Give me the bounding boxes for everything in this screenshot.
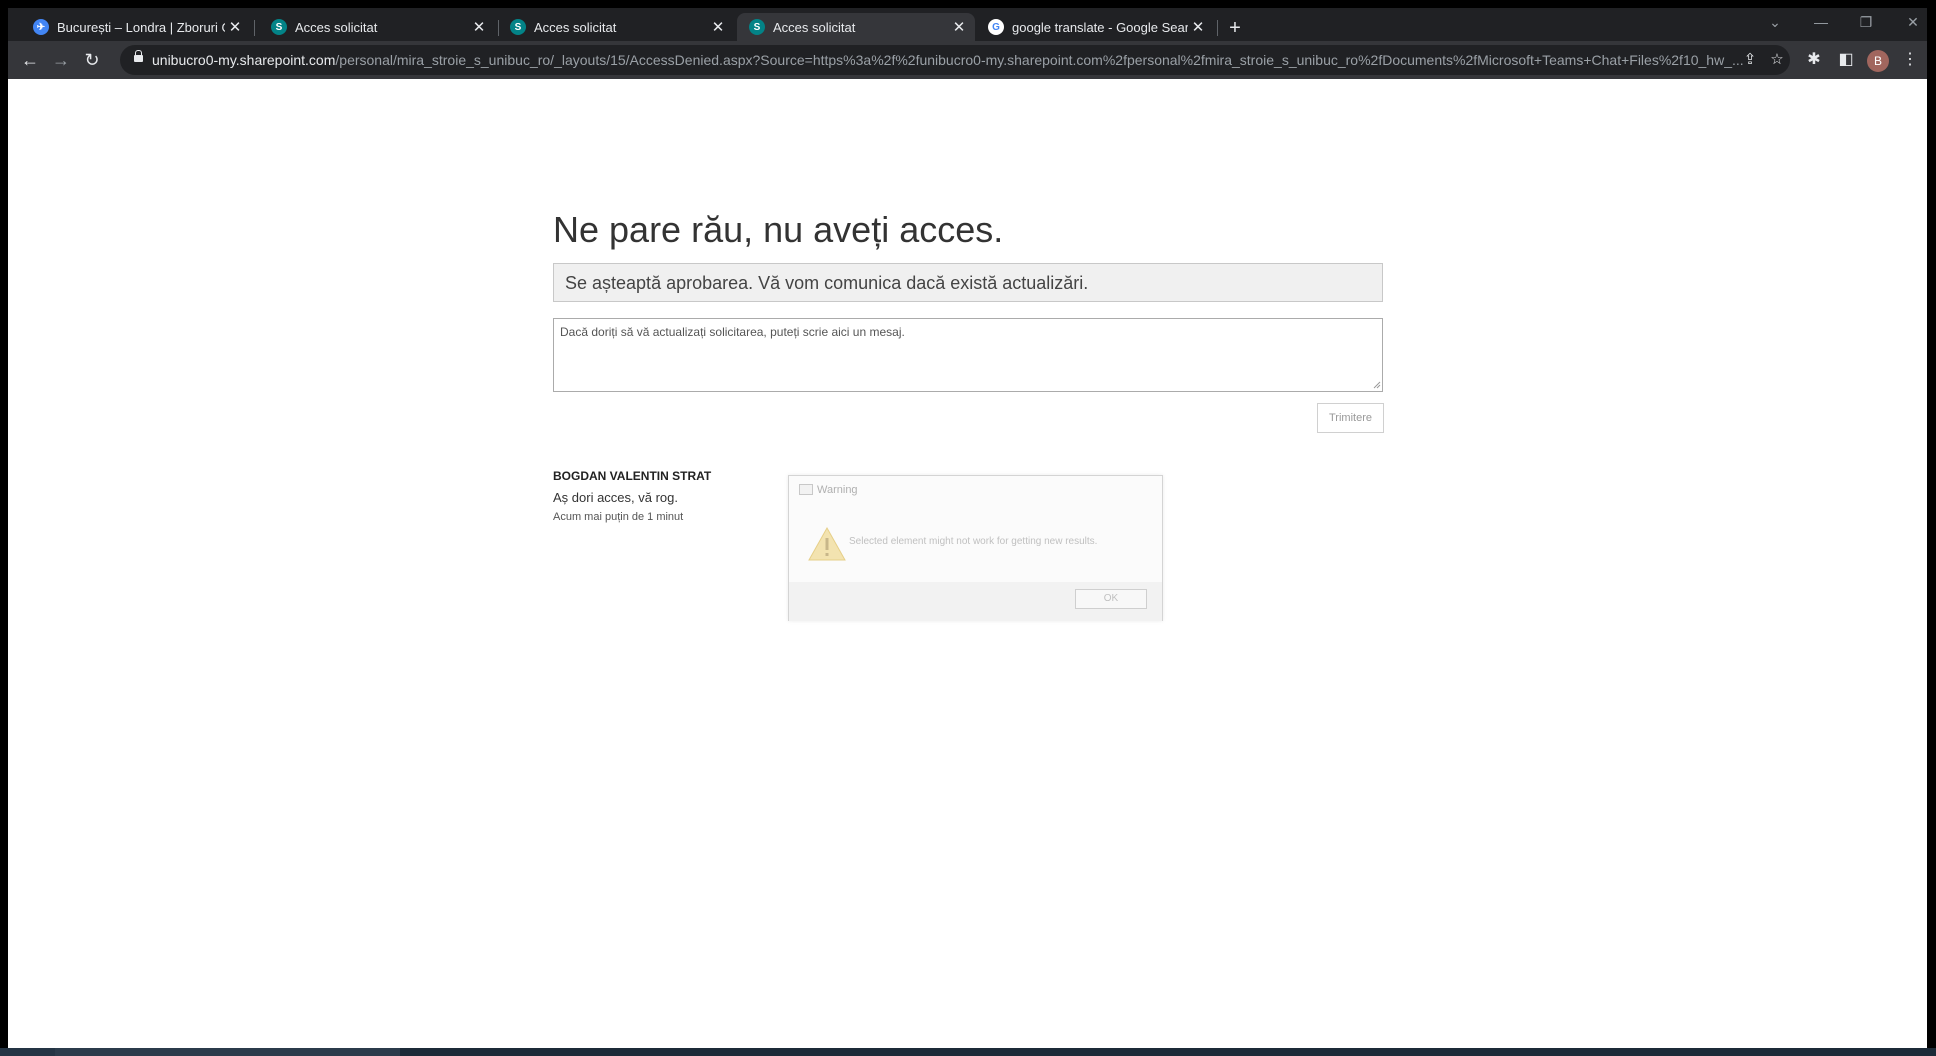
app-window-icon	[799, 484, 813, 495]
sharepoint-icon: S	[749, 19, 765, 35]
browser-toolbar: ← → ↻ unibucro0-my.sharepoint.com/person…	[8, 41, 1927, 79]
bookmark-star-icon[interactable]: ☆	[1766, 50, 1788, 68]
close-icon[interactable]: ✕	[225, 18, 245, 36]
google-icon: G	[988, 19, 1004, 35]
new-tab-plus-icon[interactable]: +	[1222, 16, 1248, 42]
start-button[interactable]	[0, 1048, 55, 1056]
request-message: Aș dori acces, vă rog.	[553, 490, 678, 505]
request-time: Acum mai puțin de 1 minut	[553, 511, 684, 523]
tab-title: Acces solicitat	[773, 19, 856, 35]
url-host: unibucro0-my.sharepoint.com	[152, 52, 336, 68]
access-denied-page: Ne pare rău, nu aveți acces. Se așteaptă…	[8, 79, 1927, 1048]
tab-access-3[interactable]: S Acces solicitat ✕	[737, 13, 975, 41]
tab-separator	[1217, 20, 1218, 36]
side-panel-icon[interactable]: ◧	[1835, 49, 1857, 69]
minimize-icon[interactable]: —	[1806, 14, 1836, 30]
tab-title: google translate - Google Search	[1012, 19, 1188, 35]
tab-search-chevron-icon[interactable]: ⌄	[1760, 14, 1790, 31]
tab-title: Acces solicitat	[534, 19, 617, 35]
google-flights-icon: ✈	[33, 19, 49, 35]
tab-flights[interactable]: ✈ București – Londra | Zboruri Goo ✕	[21, 13, 251, 41]
address-bar[interactable]: unibucro0-my.sharepoint.com/personal/mir…	[120, 45, 1790, 75]
browser-window: ✈ București – Londra | Zboruri Goo ✕ S A…	[8, 8, 1927, 1048]
reload-icon[interactable]: ↻	[80, 48, 104, 72]
tab-access-2[interactable]: S Acces solicitat ✕	[498, 13, 734, 41]
profile-avatar[interactable]: B	[1867, 50, 1889, 72]
url-text[interactable]: unibucro0-my.sharepoint.com/personal/mir…	[152, 52, 1752, 68]
page-title: Ne pare rău, nu aveți acces.	[553, 209, 1004, 250]
warning-triangle-icon	[808, 526, 846, 561]
url-path: /personal/mira_stroie_s_unibuc_ro/_layou…	[335, 52, 1744, 68]
tab-strip: ✈ București – Londra | Zboruri Goo ✕ S A…	[8, 8, 1927, 41]
tab-access-1[interactable]: S Acces solicitat ✕	[259, 13, 495, 41]
requester-name: BOGDAN VALENTIN STRAT	[553, 469, 712, 483]
tab-google-search[interactable]: G google translate - Google Search ✕	[976, 13, 1214, 41]
back-arrow-icon[interactable]: ←	[18, 48, 42, 72]
message-textarea[interactable]	[553, 318, 1383, 392]
ok-button[interactable]: OK	[1075, 589, 1147, 609]
sharepoint-icon: S	[510, 19, 526, 35]
dialog-message: Selected element might not work for gett…	[849, 536, 1098, 547]
sharepoint-icon: S	[271, 19, 287, 35]
taskbar	[0, 1048, 1936, 1056]
close-icon[interactable]: ✕	[708, 18, 728, 36]
send-button[interactable]: Trimitere	[1317, 403, 1384, 433]
tab-separator	[254, 20, 255, 36]
resize-grip-icon[interactable]	[1372, 380, 1381, 389]
taskbar-search[interactable]	[55, 1048, 400, 1056]
menu-kebab-icon[interactable]: ⋮	[1899, 49, 1921, 69]
warning-dialog: Warning Selected element might not work …	[788, 475, 1163, 621]
tab-title: Acces solicitat	[295, 19, 378, 35]
dialog-title: Warning	[817, 484, 858, 496]
tab-title: București – Londra | Zboruri Goo	[57, 19, 225, 35]
extensions-puzzle-icon[interactable]: ✱	[1803, 49, 1825, 69]
forward-arrow-icon[interactable]: →	[49, 48, 73, 72]
lock-icon	[134, 50, 143, 62]
status-banner: Se așteaptă aprobarea. Vă vom comunica d…	[553, 263, 1383, 302]
restore-icon[interactable]: ❐	[1851, 14, 1881, 31]
share-icon[interactable]: ⇪	[1739, 50, 1761, 68]
close-icon[interactable]: ✕	[469, 18, 489, 36]
close-window-icon[interactable]: ✕	[1898, 14, 1927, 31]
close-icon[interactable]: ✕	[1188, 18, 1208, 36]
close-icon[interactable]: ✕	[949, 18, 969, 36]
